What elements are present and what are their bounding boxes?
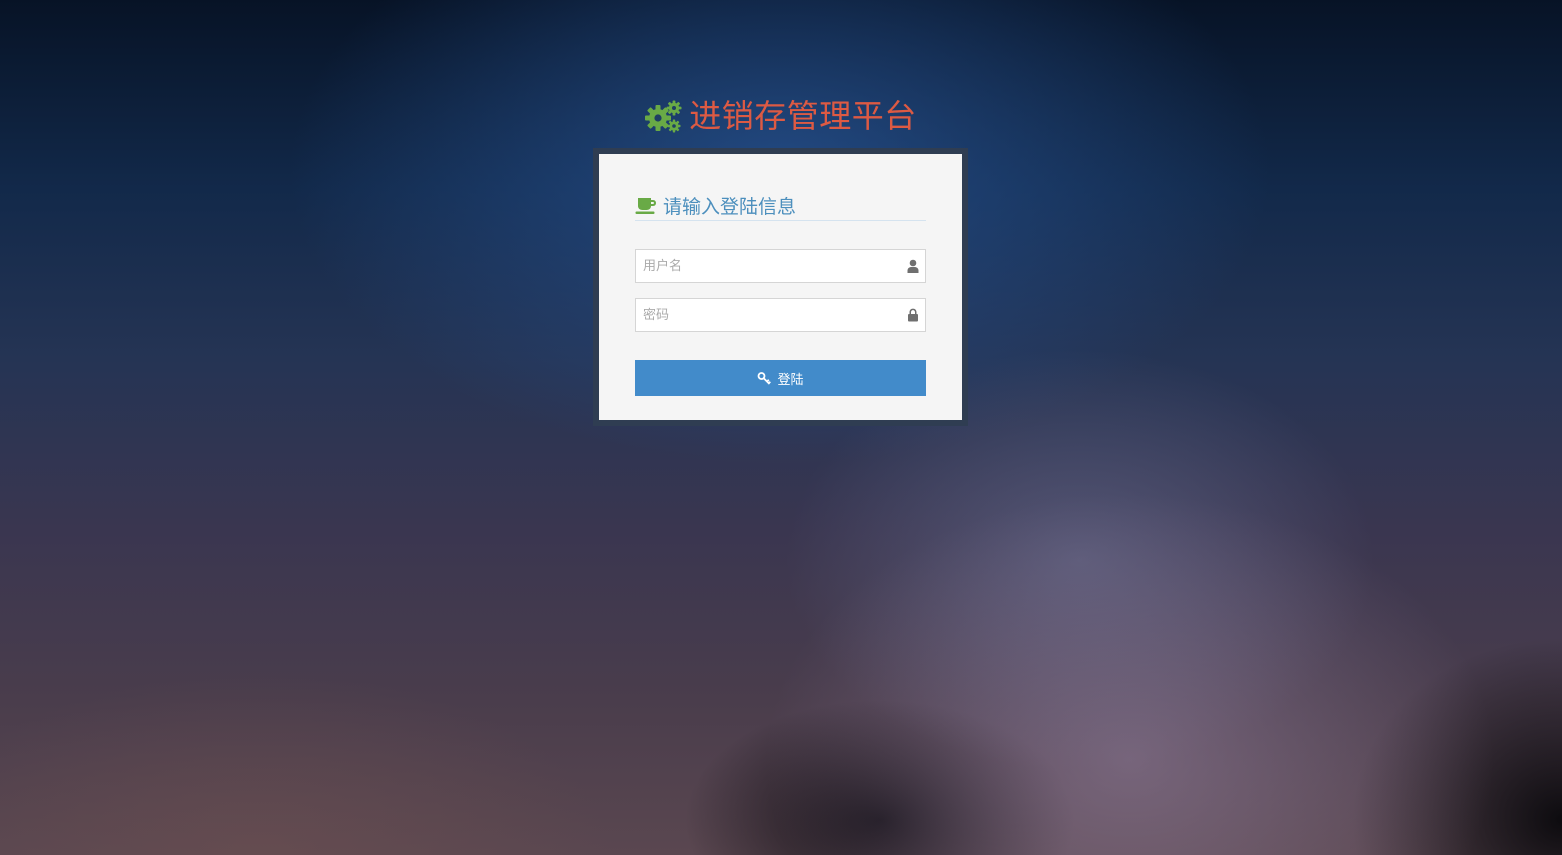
password-field[interactable] (635, 298, 926, 332)
login-header-text: 请输入登陆信息 (663, 195, 797, 218)
brand-header: 进销存管理平台 (0, 94, 1562, 138)
username-field[interactable] (635, 249, 926, 283)
coffee-icon (635, 198, 656, 214)
login-panel: 请输入登陆信息 用户名 登陆 (599, 154, 962, 420)
password-input[interactable] (636, 299, 925, 331)
user-icon (907, 259, 919, 273)
gears-icon (645, 100, 682, 133)
login-button[interactable]: 登陆 (635, 360, 926, 396)
login-box: 请输入登陆信息 用户名 登陆 (593, 148, 968, 426)
key-icon (758, 372, 772, 385)
username-input[interactable] (636, 250, 925, 282)
login-button-label: 登陆 (777, 372, 804, 388)
lock-icon (908, 308, 918, 322)
login-header: 请输入登陆信息 (635, 190, 926, 221)
app-title: 进销存管理平台 (689, 97, 917, 135)
